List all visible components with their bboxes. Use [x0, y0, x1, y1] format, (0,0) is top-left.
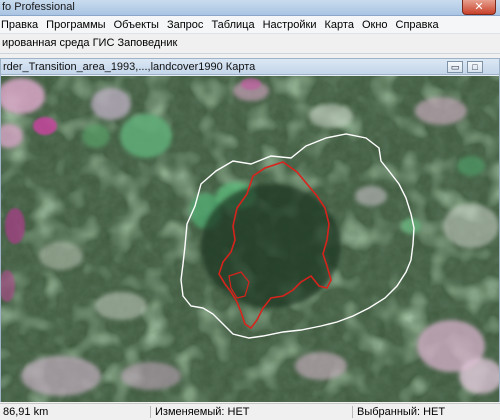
status-scale: 86,91 km — [3, 406, 49, 418]
status-bar: 86,91 km Изменяемый: НЕТ Выбранный: НЕТ — [0, 403, 500, 420]
satellite-map[interactable] — [1, 76, 499, 402]
map-window-titlebar[interactable]: rder_Transition_area_1993,...,landcover1… — [1, 59, 499, 75]
close-button[interactable]: ✕ — [462, 0, 496, 15]
menu-query[interactable]: Запрос — [167, 19, 208, 31]
forest-core — [201, 184, 341, 308]
menu-edit[interactable]: Правка — [1, 19, 43, 31]
menu-table[interactable]: Таблица — [211, 19, 259, 31]
minimize-button[interactable]: ▭ — [447, 61, 463, 73]
map-canvas[interactable] — [1, 76, 499, 402]
toolbar: ированная среда ГИС Заповедник — [0, 34, 500, 54]
menu-programs[interactable]: Программы — [46, 19, 110, 31]
menu-objects[interactable]: Объекты — [114, 19, 164, 31]
status-divider — [150, 406, 151, 418]
status-divider — [352, 406, 353, 418]
app-titlebar: fo Professional ✕ — [0, 0, 500, 16]
menu-map[interactable]: Карта — [325, 19, 359, 31]
menu-help[interactable]: Справка — [396, 19, 444, 31]
maximize-icon: □ — [472, 62, 478, 72]
app-title: fo Professional — [2, 1, 75, 13]
map-window: rder_Transition_area_1993,...,landcover1… — [0, 58, 500, 402]
menu-bar: Правка Программы Объекты Запрос Таблица … — [0, 16, 500, 34]
minimize-icon: ▭ — [450, 62, 460, 72]
maximize-button[interactable]: □ — [467, 61, 483, 73]
menu-settings[interactable]: Настройки — [263, 19, 322, 31]
workspace-label: ированная среда ГИС Заповедник — [2, 37, 178, 49]
status-selected: Выбранный: НЕТ — [357, 406, 446, 418]
close-icon: ✕ — [474, 1, 484, 13]
map-window-title: rder_Transition_area_1993,...,landcover1… — [3, 61, 256, 73]
menu-window[interactable]: Окно — [362, 19, 393, 31]
status-editable: Изменяемый: НЕТ — [155, 406, 250, 418]
